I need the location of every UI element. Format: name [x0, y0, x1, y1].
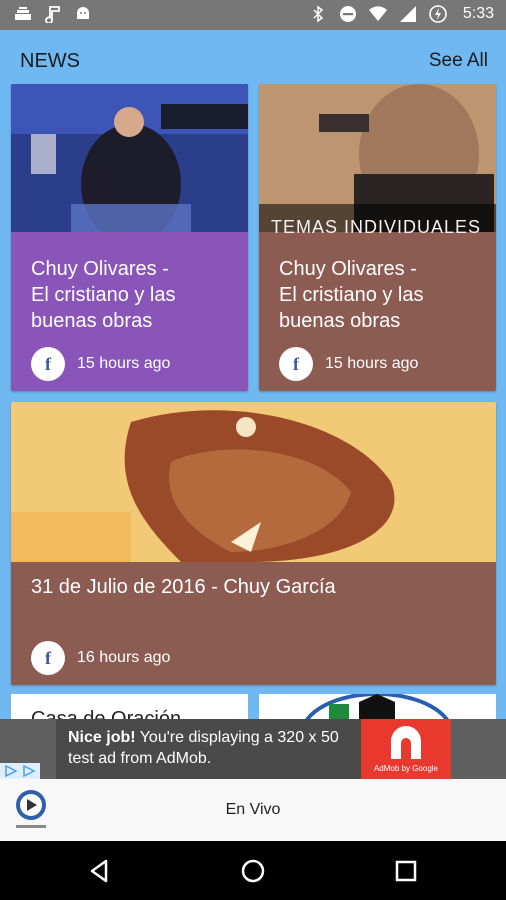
ad-content[interactable]: Nice job! You're displaying a 320 x 50 t…: [56, 719, 451, 779]
live-label: En Vivo: [225, 801, 281, 818]
card-timestamp: 15 hours ago: [325, 355, 419, 372]
ad-text: Nice job! You're displaying a 320 x 50 t…: [68, 729, 339, 767]
battery-saver-icon: [429, 5, 447, 23]
facebook-icon: f: [279, 347, 313, 381]
see-all-link[interactable]: See All: [429, 50, 488, 72]
admob-logo: AdMob by Google: [361, 719, 451, 779]
wifi-icon: [368, 6, 387, 21]
card-meta: f 16 hours ago: [31, 641, 170, 675]
card-image: [11, 84, 248, 232]
navigation-bar: [0, 841, 506, 900]
bluetooth-icon: [313, 5, 324, 23]
recents-icon[interactable]: [390, 855, 422, 887]
android-icon: [77, 7, 89, 19]
news-card[interactable]: Chuy Olivares - El cristiano y las buena…: [11, 84, 248, 391]
card-title: Chuy Olivares - El cristiano y las buena…: [31, 258, 176, 332]
card-image: [11, 402, 496, 562]
tray-icon: [15, 7, 31, 20]
news-card[interactable]: 31 de Julio de 2016 - Chuy García f 16 h…: [11, 402, 496, 685]
music-note-icon: [45, 6, 60, 23]
adchoices-icon[interactable]: [0, 763, 40, 779]
live-player-bar[interactable]: En Vivo: [0, 779, 506, 841]
do-not-disturb-icon: [339, 6, 356, 22]
section-title: NEWS: [20, 50, 80, 72]
card-image: [259, 84, 496, 232]
card-title: 31 de Julio de 2016 - Chuy García: [31, 576, 336, 598]
status-bar: 5:33: [0, 0, 506, 30]
card-title: Chuy Olivares - El cristiano y las buena…: [279, 258, 424, 332]
admob-brand: AdMob by Google: [373, 764, 439, 773]
admob-icon: [391, 726, 421, 759]
ad-banner[interactable]: Nice job! You're displaying a 320 x 50 t…: [0, 719, 506, 779]
back-icon[interactable]: [84, 855, 116, 887]
image-caption: TEMAS INDIVIDUALES: [271, 217, 482, 237]
card-meta: f 15 hours ago: [31, 347, 170, 381]
facebook-icon: f: [31, 347, 65, 381]
card-timestamp: 15 hours ago: [77, 355, 171, 372]
news-card[interactable]: TEMAS INDIVIDUALES Chuy Olivares - El cr…: [259, 84, 496, 391]
clock: 5:33: [462, 5, 494, 22]
card-timestamp: 16 hours ago: [77, 649, 171, 666]
signal-icon: [399, 6, 416, 22]
news-header: NEWS See All: [0, 30, 506, 84]
card-meta: f 15 hours ago: [279, 347, 418, 381]
home-icon[interactable]: [237, 855, 269, 887]
facebook-icon: f: [31, 641, 65, 675]
